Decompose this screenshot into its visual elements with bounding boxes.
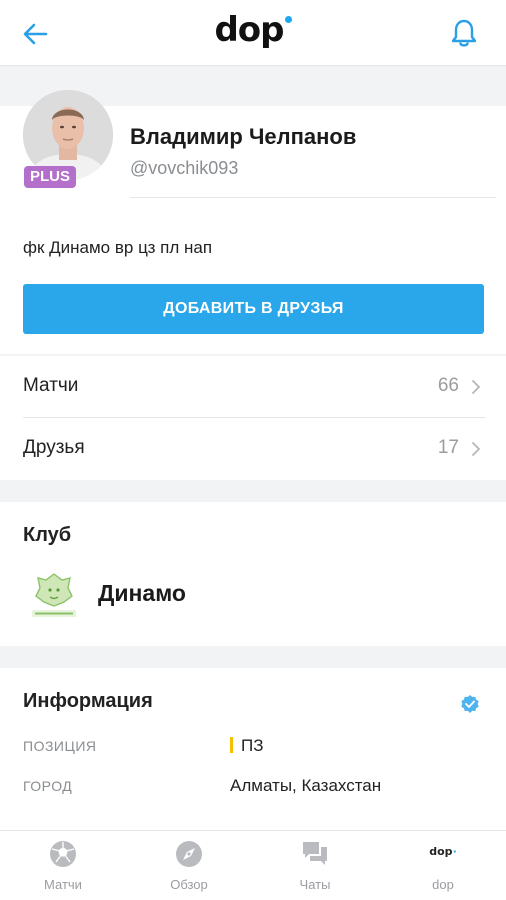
stat-row-matches[interactable]: Матчи 66 xyxy=(0,356,506,418)
dinamo-lion-crest-icon[interactable] xyxy=(28,570,80,622)
info-value: Алматы, Казахстан xyxy=(230,776,382,795)
top-app-bar: dop xyxy=(0,0,506,66)
plus-badge: PLUS xyxy=(24,166,76,188)
position-color-bar xyxy=(230,737,233,753)
profile-card: PLUS Владимир Челпанов @vovchik093 xyxy=(0,90,506,206)
position-value: ПЗ xyxy=(241,736,264,755)
club-card: Клуб Динамо xyxy=(0,502,506,646)
compass-icon xyxy=(176,841,202,867)
info-card: Информация ПОЗИЦИЯ ПЗ ГОРОД Алматы, Каза… xyxy=(0,668,506,832)
app-logo: dop xyxy=(0,10,506,50)
soccer-ball-icon xyxy=(50,841,76,867)
nav-item-dop[interactable]: dop· dop xyxy=(380,831,506,900)
divider xyxy=(130,197,496,198)
stat-label: Друзья xyxy=(23,437,85,458)
stat-row-friends[interactable]: Друзья 17 xyxy=(0,418,506,480)
logo-dot xyxy=(284,16,292,23)
info-section-title: Информация xyxy=(23,690,153,712)
nav-label: dop xyxy=(432,877,454,892)
club-name[interactable]: Динамо xyxy=(98,580,186,607)
stat-count: 66 xyxy=(437,375,459,396)
add-friend-button[interactable]: ДОБАВИТЬ В ДРУЗЬЯ xyxy=(23,284,484,334)
nav-item-overview[interactable]: Обзор xyxy=(126,831,252,900)
club-section-title: Клуб xyxy=(23,524,72,546)
nav-label: Матчи xyxy=(44,877,82,892)
info-row-city: ГОРОД Алматы, Казахстан xyxy=(0,774,506,804)
bio-card: фк Динамо вр цз пл нап ДОБАВИТЬ В ДРУЗЬЯ xyxy=(0,206,506,354)
chevron-right-icon xyxy=(472,442,481,456)
dop-logo-icon: dop· xyxy=(429,845,457,858)
chat-bubbles-icon xyxy=(303,842,327,865)
verified-icon xyxy=(461,695,479,713)
stat-count: 17 xyxy=(437,437,459,458)
info-value: ПЗ xyxy=(230,736,264,756)
chevron-right-icon xyxy=(472,380,481,394)
bell-icon[interactable] xyxy=(450,18,478,48)
info-row-position: ПОЗИЦИЯ ПЗ xyxy=(0,734,506,764)
profile-username: @vovchik093 xyxy=(130,158,239,178)
nav-label: Чаты xyxy=(299,877,331,892)
stats-card: Матчи 66 Друзья 17 xyxy=(0,356,506,480)
profile-bio: фк Динамо вр цз пл нап xyxy=(23,238,213,257)
nav-item-matches[interactable]: Матчи xyxy=(0,831,126,900)
nav-label: Обзор xyxy=(170,877,208,892)
profile-name: Владимир Челпанов xyxy=(130,124,357,149)
stat-label: Матчи xyxy=(23,375,79,396)
bottom-navigation: Матчи Обзор Чаты dop· dop xyxy=(0,830,506,900)
nav-item-chats[interactable]: Чаты xyxy=(252,831,378,900)
info-key: ГОРОД xyxy=(23,778,73,794)
info-key: ПОЗИЦИЯ xyxy=(23,738,97,754)
